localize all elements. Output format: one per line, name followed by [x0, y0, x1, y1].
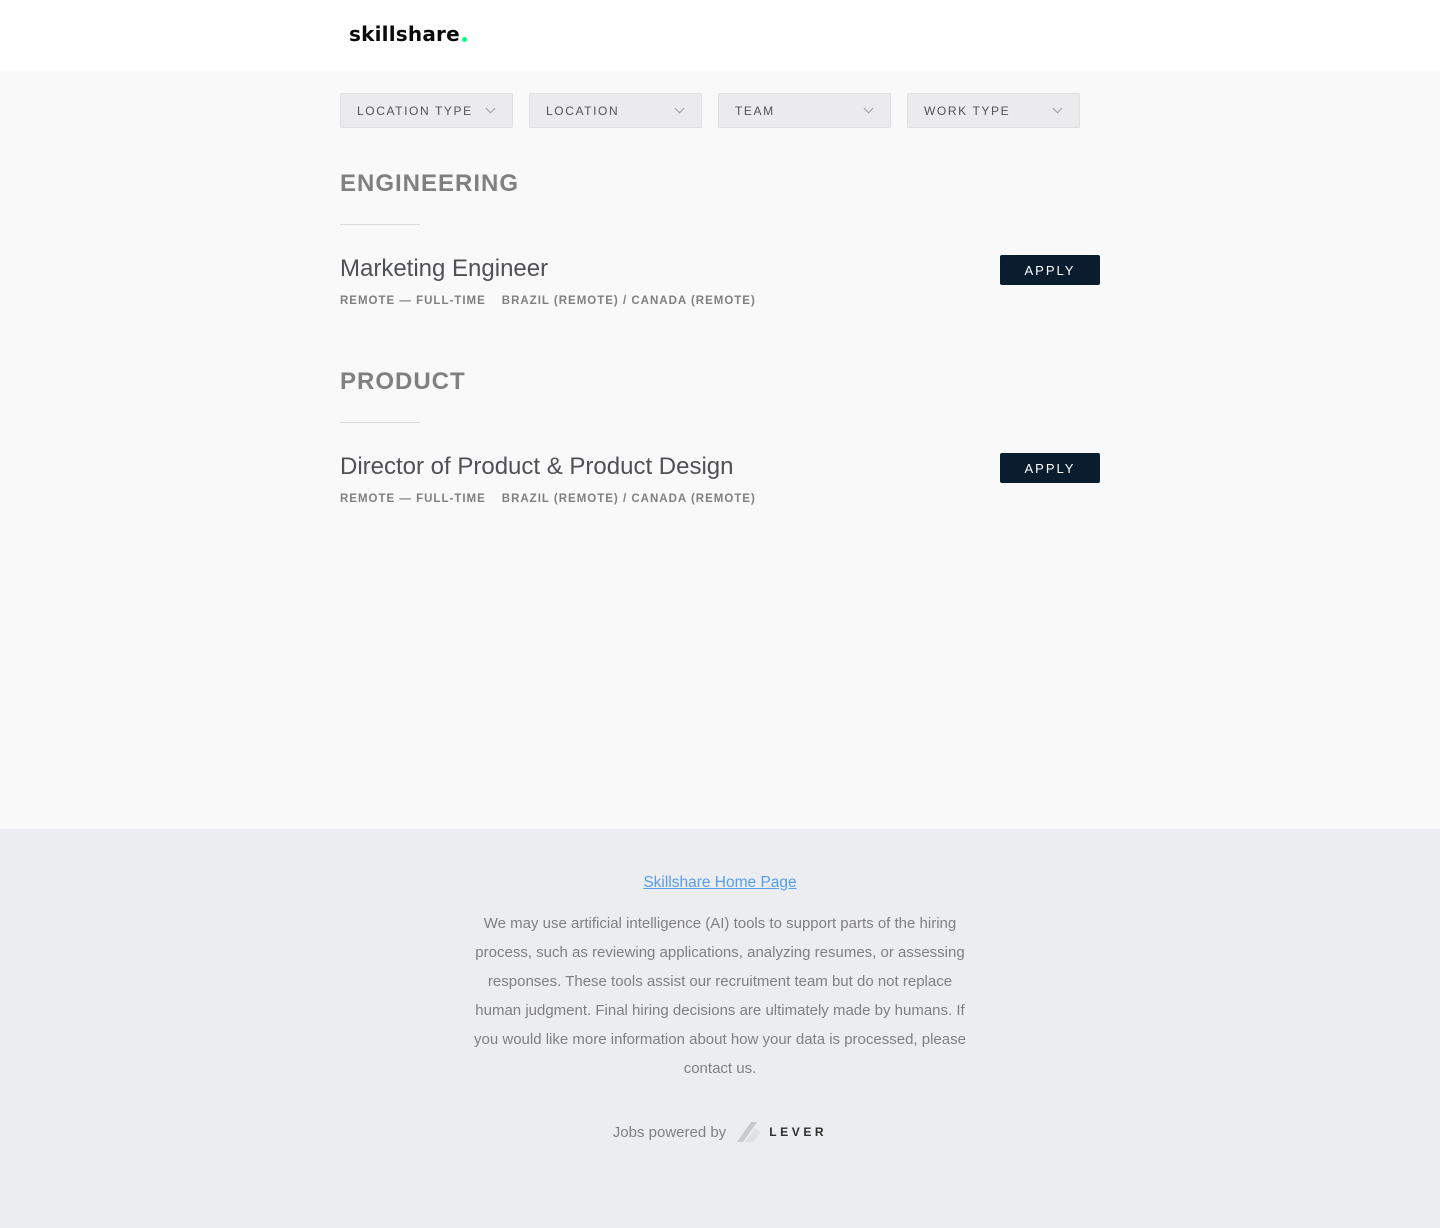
group-divider — [340, 422, 420, 423]
filter-team[interactable]: TEAM — [718, 93, 891, 128]
posting-meta: REMOTE — FULL-TIME BRAZIL (REMOTE) / CAN… — [340, 493, 1100, 505]
home-link-wrap: Skillshare Home Page — [0, 874, 1440, 892]
powered-by: Jobs powered by LEVER — [0, 1120, 1440, 1144]
lever-logo-icon[interactable] — [735, 1120, 762, 1144]
posting-work-type: REMOTE — FULL-TIME — [340, 295, 486, 307]
chevron-down-icon — [1052, 103, 1063, 114]
posting-group-product: PRODUCT Director of Product & Product De… — [340, 368, 1100, 513]
filter-label: TEAM — [735, 103, 775, 118]
filter-location[interactable]: LOCATION — [529, 93, 702, 128]
posting-work-type: REMOTE — FULL-TIME — [340, 493, 486, 505]
main-content: LOCATION TYPE LOCATION TEAM WORK TYPE EN… — [0, 71, 1440, 829]
skillshare-home-link[interactable]: Skillshare Home Page — [643, 874, 796, 891]
group-title: PRODUCT — [340, 368, 466, 395]
posting-group-engineering: ENGINEERING Marketing Engineer REMOTE — … — [340, 170, 1100, 315]
filter-work-type[interactable]: WORK TYPE — [907, 93, 1080, 128]
logo-dot-icon — [461, 37, 467, 42]
filter-label: LOCATION TYPE — [357, 103, 473, 118]
chevron-down-icon — [863, 103, 874, 114]
group-title: ENGINEERING — [340, 170, 520, 197]
top-bar: skillshare — [0, 0, 1440, 71]
posting: Marketing Engineer REMOTE — FULL-TIME BR… — [340, 255, 1100, 315]
filter-label: LOCATION — [546, 103, 620, 118]
skillshare-logo[interactable]: skillshare — [349, 22, 467, 46]
posting-title-link[interactable]: Director of Product & Product Design — [340, 453, 1100, 481]
filter-bar: LOCATION TYPE LOCATION TEAM WORK TYPE — [340, 93, 1080, 128]
posting-title-link[interactable]: Marketing Engineer — [340, 255, 1100, 283]
apply-button[interactable]: APPLY — [1000, 255, 1100, 285]
chevron-down-icon — [674, 103, 685, 114]
chevron-down-icon — [485, 103, 496, 114]
powered-by-text: Jobs powered by — [612, 1123, 727, 1141]
posting-location: BRAZIL (REMOTE) / CANADA (REMOTE) — [501, 295, 756, 307]
posting-location: BRAZIL (REMOTE) / CANADA (REMOTE) — [501, 493, 756, 505]
group-divider — [340, 224, 420, 225]
posting: Director of Product & Product Design REM… — [340, 453, 1100, 513]
filter-location-type[interactable]: LOCATION TYPE — [340, 93, 513, 128]
posting-meta: REMOTE — FULL-TIME BRAZIL (REMOTE) / CAN… — [340, 295, 1100, 307]
footer: Skillshare Home Page We may use artifici… — [0, 829, 1440, 1228]
ai-notice: We may use artificial intelligence (AI) … — [474, 915, 966, 1077]
apply-button[interactable]: APPLY — [1000, 453, 1100, 483]
filter-label: WORK TYPE — [924, 103, 1011, 118]
lever-wordmark: LEVER — [769, 1125, 828, 1139]
logo-text: skillshare — [349, 22, 460, 46]
